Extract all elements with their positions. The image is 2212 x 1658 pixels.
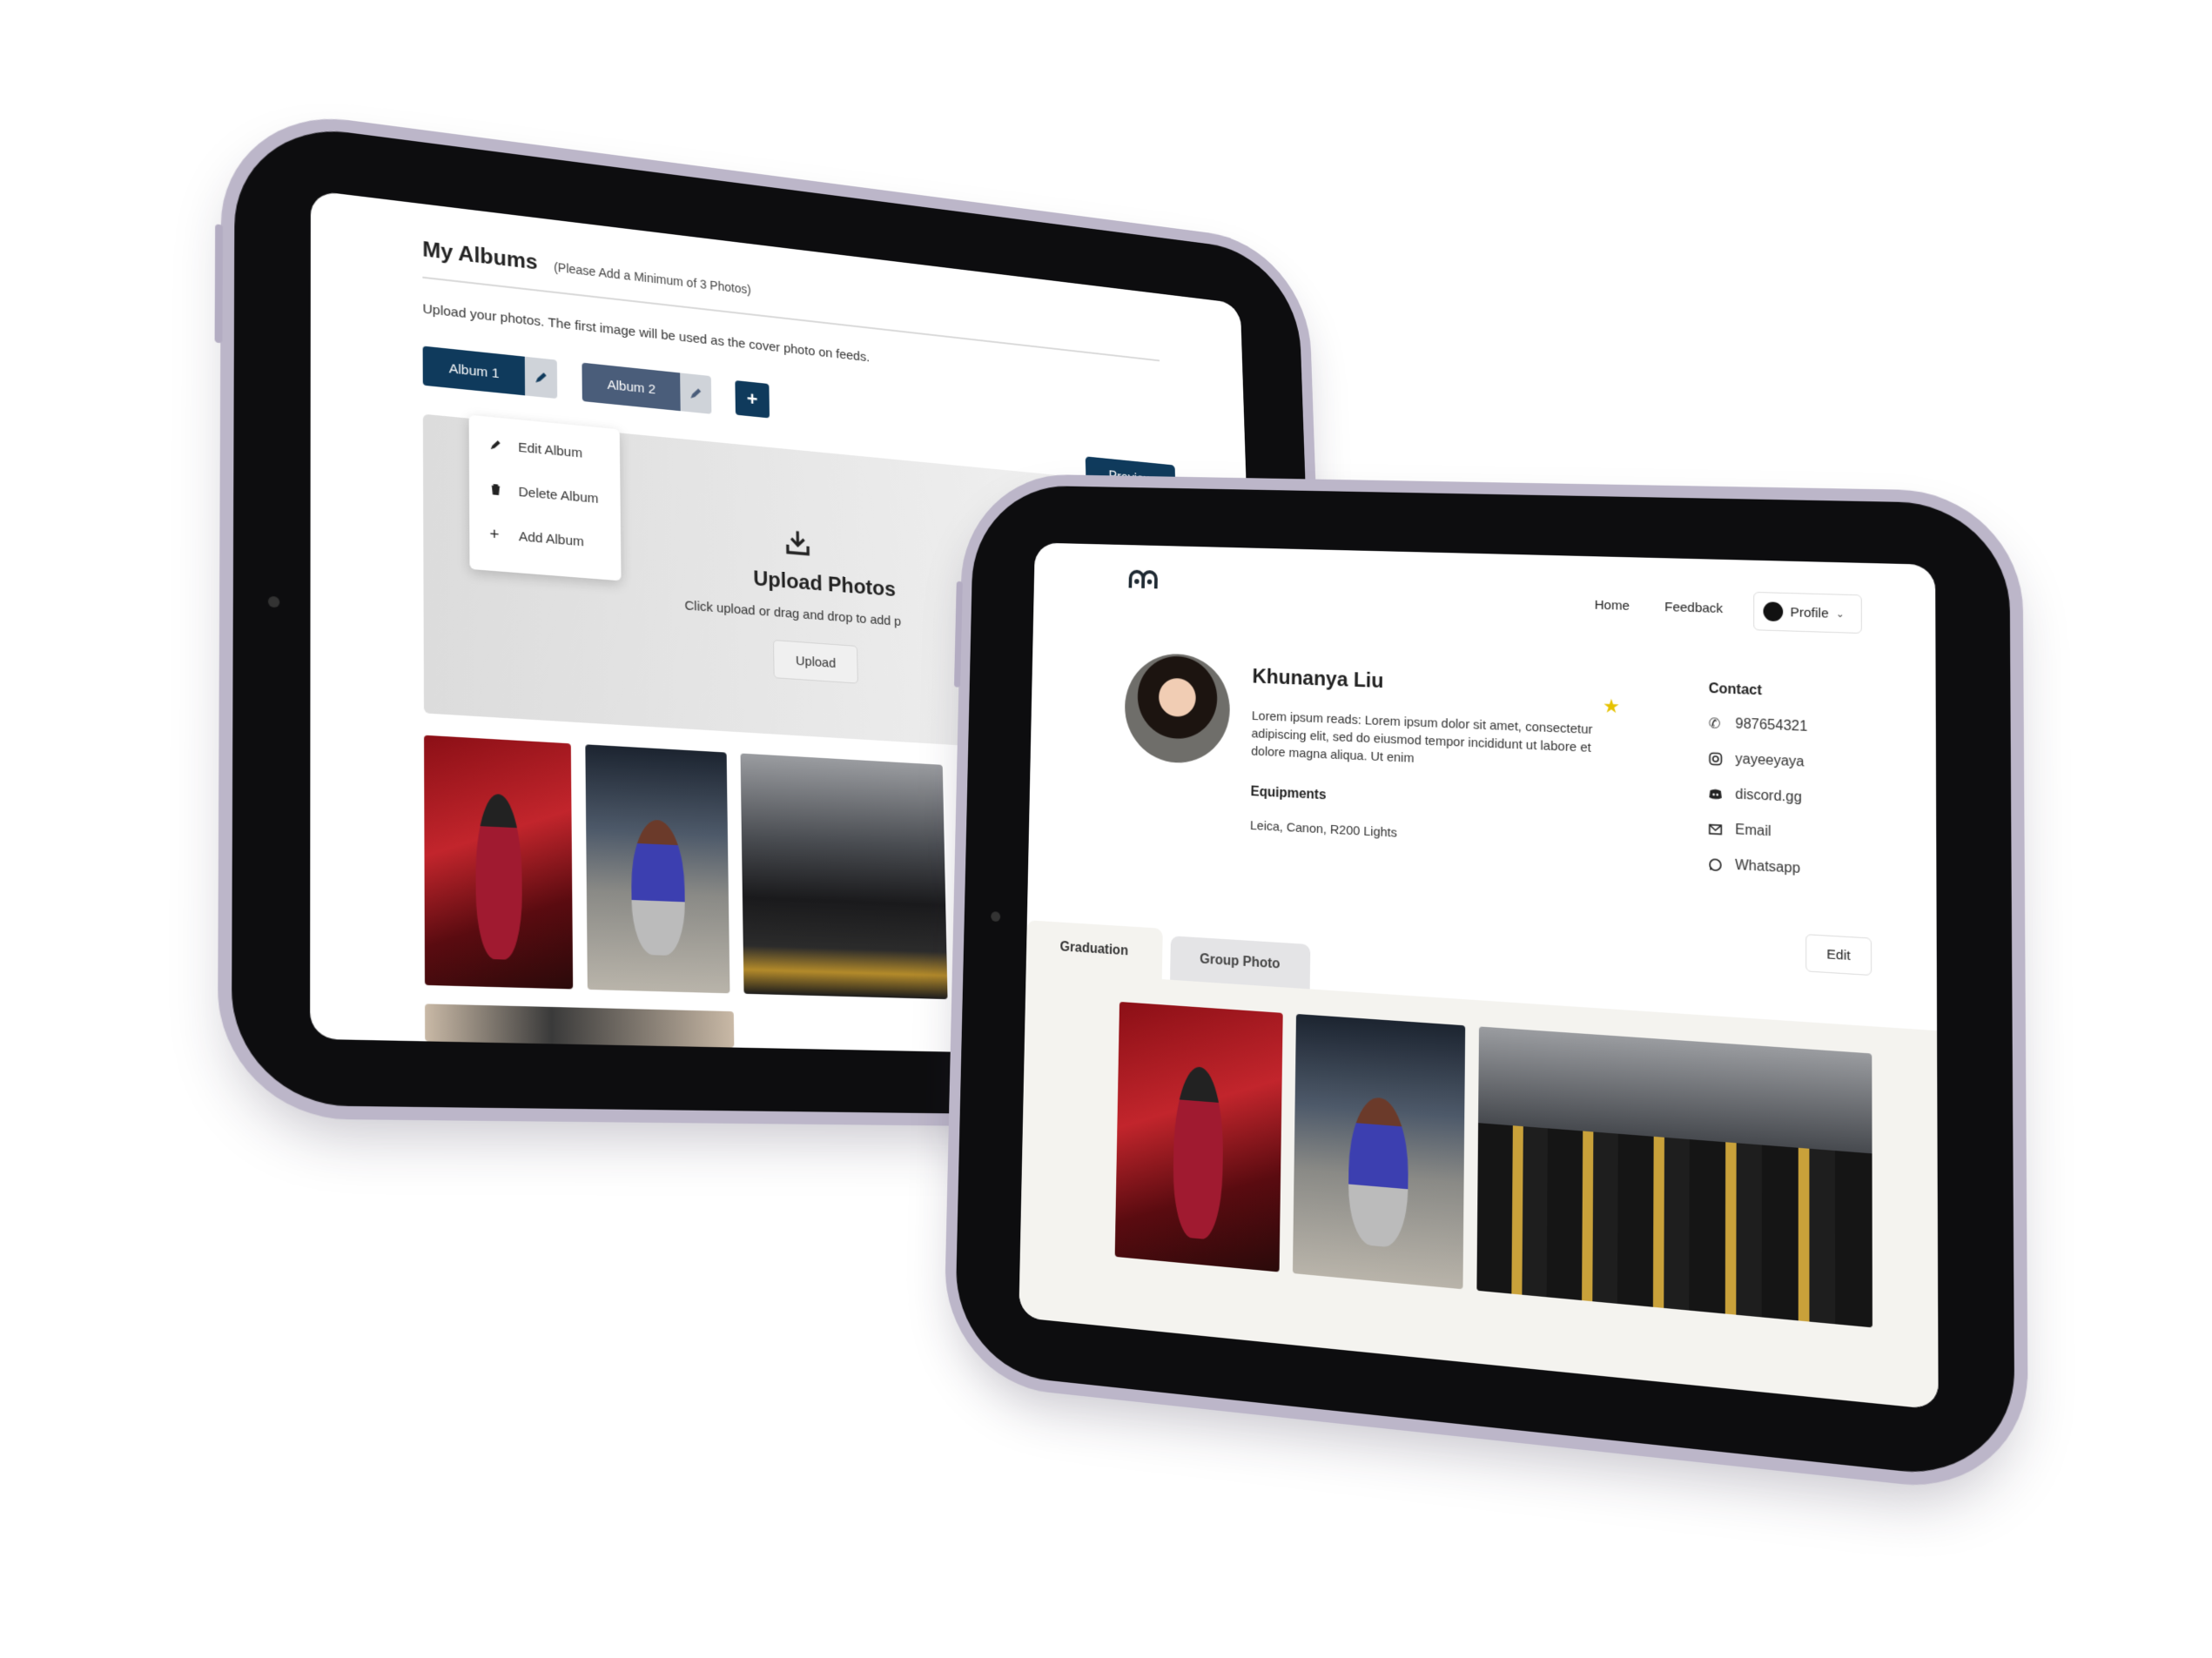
photo-crowd <box>1476 1123 1872 1328</box>
album-2-edit-button[interactable] <box>680 373 712 414</box>
equipments-title: Equipments <box>1250 784 1327 803</box>
album-tab-1[interactable]: Album 1 <box>422 346 558 399</box>
edit-profile-button[interactable]: Edit <box>1805 934 1872 977</box>
contact-whatsapp[interactable]: Whatsapp <box>1708 847 1872 891</box>
instagram-icon <box>1709 752 1723 767</box>
photo-subject <box>630 818 686 957</box>
whatsapp-icon <box>1708 857 1722 872</box>
star-icon[interactable]: ★ <box>1603 695 1620 718</box>
logo-icon <box>1127 568 1160 593</box>
trash-icon <box>489 483 502 497</box>
page-title: My Albums <box>422 237 538 275</box>
menu-item-label: Add Album <box>518 528 584 549</box>
album-tab-2[interactable]: Album 2 <box>582 362 712 414</box>
front-tablet: Home Feedback Profile ⌄ Khunanya Liu ★ L… <box>953 484 2015 1484</box>
gallery-photo[interactable] <box>1292 1013 1466 1290</box>
profile-bio: Lorem ipsum reads: Lorem ipsum dolor sit… <box>1251 708 1593 766</box>
album-photo[interactable] <box>740 753 948 1000</box>
upload-button[interactable]: Upload <box>773 639 858 684</box>
phone-icon: ✆ <box>1708 716 1721 732</box>
album-photo[interactable] <box>585 744 730 994</box>
front-screen: Home Feedback Profile ⌄ Khunanya Liu ★ L… <box>1019 542 1939 1410</box>
discord-icon <box>1709 789 1722 800</box>
pencil-icon <box>490 440 501 451</box>
front-camera <box>267 595 280 608</box>
front-camera <box>991 911 1001 923</box>
download-tray-icon <box>783 526 814 560</box>
profile-avatar <box>1124 652 1231 765</box>
profile-dropdown[interactable]: Profile ⌄ <box>1753 591 1862 634</box>
menu-item-label: Delete Album <box>518 484 599 507</box>
photo-subject <box>1348 1095 1409 1249</box>
photo-subject <box>1172 1064 1225 1241</box>
contact-label: discord.gg <box>1735 787 1802 806</box>
contact-title: Contact <box>1708 681 1762 699</box>
menu-item-label: Edit Album <box>518 440 583 461</box>
album-photo[interactable] <box>424 735 574 990</box>
profile-label: Profile <box>1790 604 1829 621</box>
gallery-photo[interactable] <box>1476 1026 1872 1328</box>
contact-label: yayeeyaya <box>1735 751 1805 770</box>
gallery-panel <box>1019 970 1939 1410</box>
contact-label: Email <box>1735 822 1772 840</box>
album-tab-label[interactable]: Album 1 <box>422 346 526 396</box>
contact-label: 987654321 <box>1735 716 1808 735</box>
tab-graduation[interactable]: Graduation <box>1025 920 1163 980</box>
nav-feedback-link[interactable]: Feedback <box>1664 600 1723 616</box>
plus-icon: + <box>489 524 500 544</box>
album-1-edit-button[interactable] <box>524 356 558 399</box>
page-title-note: (Please Add a Minimum of 3 Photos) <box>553 259 751 297</box>
equipments-value: Leica, Canon, R200 Lights <box>1249 818 1398 841</box>
pencil-icon <box>690 387 702 399</box>
album-photo[interactable] <box>425 1004 735 1048</box>
album-context-menu: Edit Album Delete Album + Add Album <box>468 414 622 581</box>
mail-icon <box>1708 822 1722 837</box>
upload-subtitle: Click upload or drag and drop to add p <box>684 598 902 629</box>
gallery-photo[interactable] <box>1114 1001 1283 1272</box>
contact-label: Whatsapp <box>1735 857 1800 877</box>
album-tab-label[interactable]: Album 2 <box>582 362 681 412</box>
profile-name: Khunanya Liu <box>1252 665 1384 693</box>
pencil-icon <box>535 372 547 384</box>
side-button <box>214 224 224 344</box>
upload-title: Upload Photos <box>753 567 897 602</box>
chevron-down-icon: ⌄ <box>1836 608 1845 620</box>
avatar <box>1763 601 1784 622</box>
nav-home-link[interactable]: Home <box>1595 598 1630 614</box>
add-album-button[interactable]: + <box>735 380 770 419</box>
photo-subject <box>475 793 523 961</box>
contact-panel: Contact ✆ 987654321 yayeeyaya discord.gg… <box>1708 681 1872 891</box>
